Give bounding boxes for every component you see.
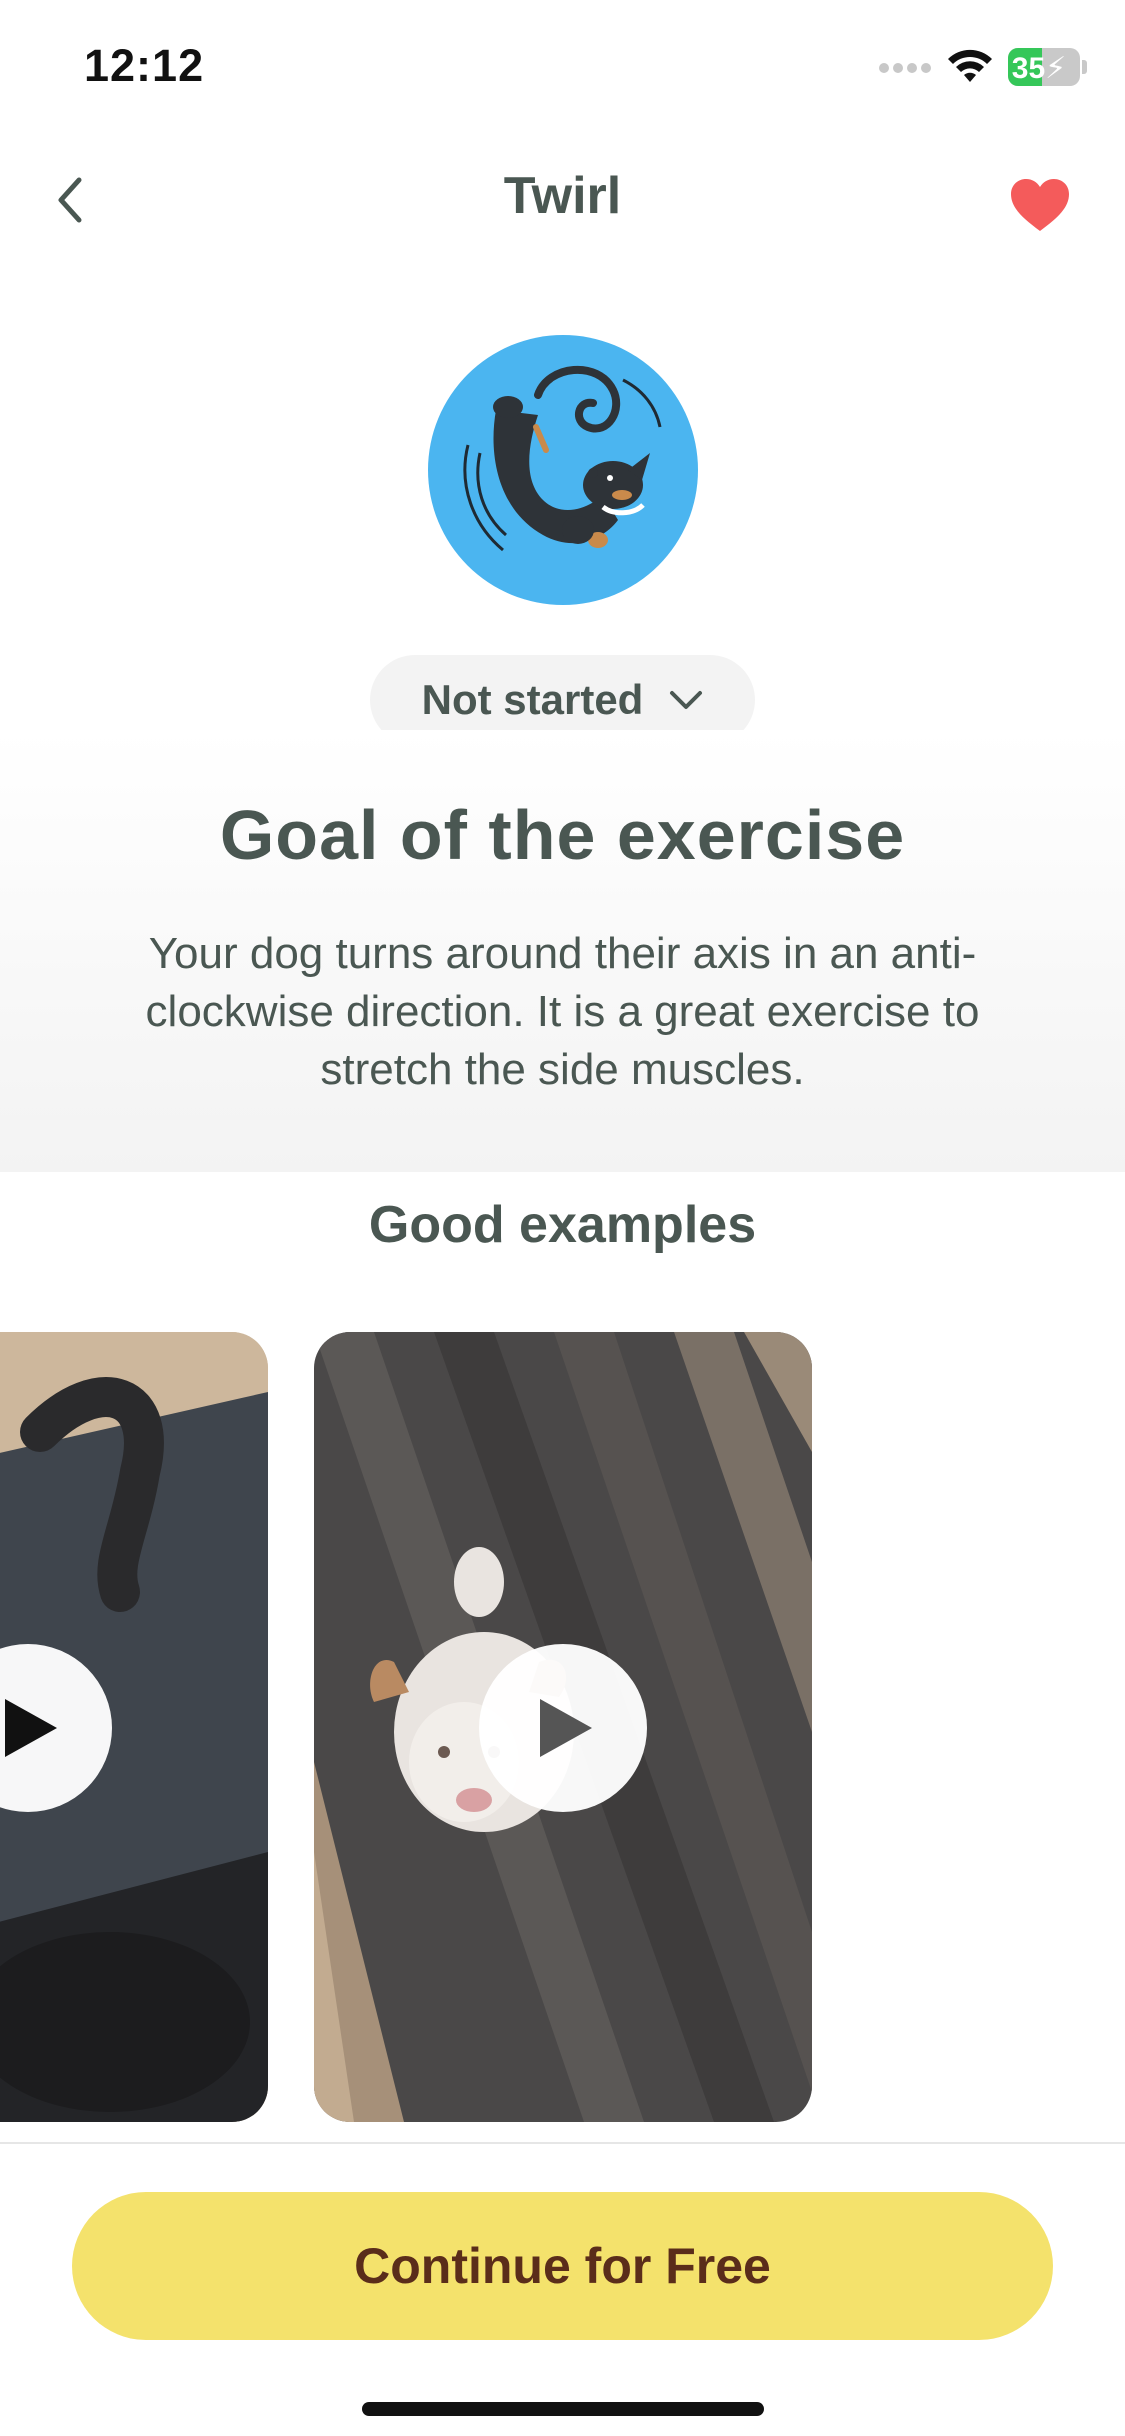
examples-heading: Good examples [368, 1196, 757, 1254]
battery-charging-icon: 35⚡ [1008, 48, 1080, 86]
play-button[interactable] [479, 1644, 647, 1812]
page-title: Twirl [503, 167, 622, 225]
play-icon [5, 1699, 57, 1757]
play-icon [540, 1699, 592, 1757]
exercise-avatar [428, 335, 698, 605]
goal-description: Your dog turns around their axis in an a… [145, 929, 980, 1094]
continue-for-free-button[interactable]: Continue for Free [72, 2192, 1053, 2340]
wifi-icon [948, 49, 992, 82]
example-video-1[interactable] [0, 1332, 268, 2122]
nav-bar: Twirl [0, 140, 1125, 260]
bottom-bar: Continue for Free [0, 2142, 1125, 2436]
chevron-down-icon [670, 691, 703, 709]
twirling-dog-illustration [463, 365, 662, 552]
battery-cap [1082, 60, 1087, 74]
cellular-signal-icon [879, 63, 931, 73]
favorite-button[interactable] [1000, 165, 1080, 245]
status-time: 12:12 [84, 40, 205, 91]
battery-level: 35 [1011, 52, 1046, 85]
heart-icon [1011, 179, 1069, 231]
status-bar: 12:12 35⚡ [0, 0, 1125, 140]
goal-section: Goal of the exercise Your dog turns arou… [0, 730, 1125, 1172]
home-indicator [362, 2402, 764, 2416]
status-label: Not started [421, 676, 644, 723]
goal-heading: Goal of the exercise [219, 796, 906, 874]
example-video-2[interactable] [314, 1332, 812, 2122]
